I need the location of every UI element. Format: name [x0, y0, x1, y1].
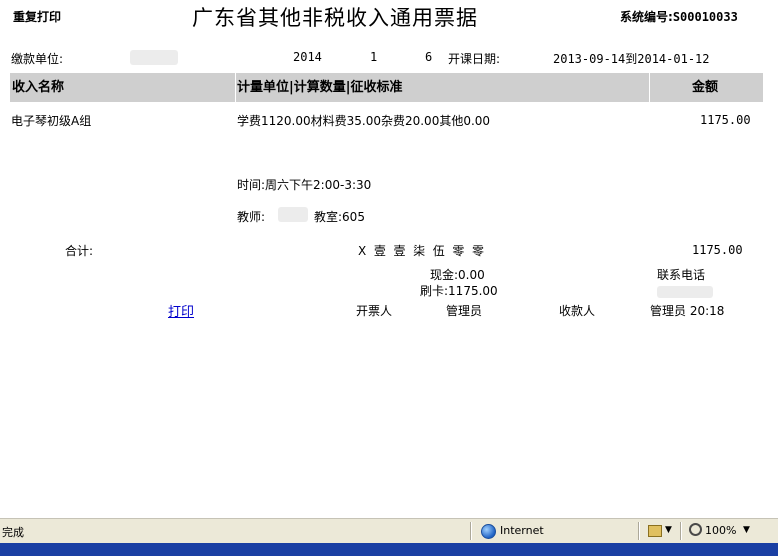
system-number-value: S00010033 — [672, 10, 738, 24]
admin-label: 管理员 — [446, 304, 483, 318]
total-chinese-amount: X 壹 壹 柒 伍 零 零 — [358, 244, 484, 258]
system-number-label: 系统编号: — [620, 10, 673, 24]
chevron-down-icon[interactable]: ▼ — [665, 525, 672, 535]
card-payment: 刷卡:1175.00 — [420, 284, 498, 298]
admin-time: 管理员 20:18 — [650, 304, 725, 318]
info-num2: 6 — [425, 50, 433, 64]
zoom-level[interactable]: 100% — [705, 524, 736, 537]
page-title: 广东省其他非税收入通用票据 — [192, 6, 478, 30]
window-bottom-border — [0, 543, 778, 556]
globe-icon — [481, 524, 496, 539]
security-zone: Internet — [500, 524, 544, 537]
header-unit-qty-rate: 计量单位|计算数量|征收标准 — [237, 80, 403, 95]
print-link[interactable]: 打印 — [168, 301, 194, 320]
chevron-down-icon[interactable]: ▼ — [743, 525, 750, 535]
browser-status-bar: 完成 Internet ▼ 100% ▼ — [0, 518, 778, 543]
open-date-label: 开课日期: — [448, 52, 501, 66]
contact-number-redacted — [657, 283, 713, 302]
class-time: 时间:周六下午2:00-3:30 — [237, 178, 372, 192]
total-amount: 1175.00 — [692, 243, 743, 257]
classroom: 教室:605 — [314, 210, 365, 224]
status-separator — [680, 522, 682, 540]
total-label: 合计: — [65, 244, 94, 258]
contact-label: 联系电话 — [657, 268, 706, 282]
cash-payment: 现金:0.00 — [430, 268, 485, 282]
info-num1: 1 — [370, 50, 378, 64]
status-separator — [638, 522, 640, 540]
info-year: 2014 — [293, 50, 322, 64]
receiver-label: 收款人 — [559, 304, 596, 318]
row-fee-detail: 学费1120.00材料费35.00杂费20.00其他0.00 — [237, 114, 491, 128]
system-number: 系统编号:S00010033 — [620, 8, 738, 25]
payer-label: 缴款单位: — [11, 52, 64, 66]
payer-name-redacted — [130, 50, 178, 69]
issuer-label: 开票人 — [356, 304, 393, 318]
row-amount: 1175.00 — [700, 113, 751, 127]
zoom-icon[interactable] — [689, 523, 702, 536]
receipt-page: 重复打印 广东省其他非税收入通用票据 系统编号:S00010033 缴款单位: … — [0, 0, 778, 518]
protected-mode-icon[interactable] — [648, 525, 662, 537]
teacher-name-redacted — [278, 207, 308, 226]
header-divider — [649, 73, 650, 102]
status-text: 完成 — [2, 526, 24, 539]
status-separator — [470, 522, 472, 540]
row-income-name: 电子琴初级A组 — [11, 114, 92, 128]
header-income-name: 收入名称 — [12, 80, 65, 95]
teacher-label: 教师: — [237, 210, 266, 224]
open-date-range: 2013-09-14到2014-01-12 — [553, 52, 710, 66]
header-divider — [235, 73, 236, 102]
header-amount: 金额 — [692, 80, 719, 95]
table-header: 收入名称 计量单位|计算数量|征收标准 金额 — [10, 73, 763, 102]
